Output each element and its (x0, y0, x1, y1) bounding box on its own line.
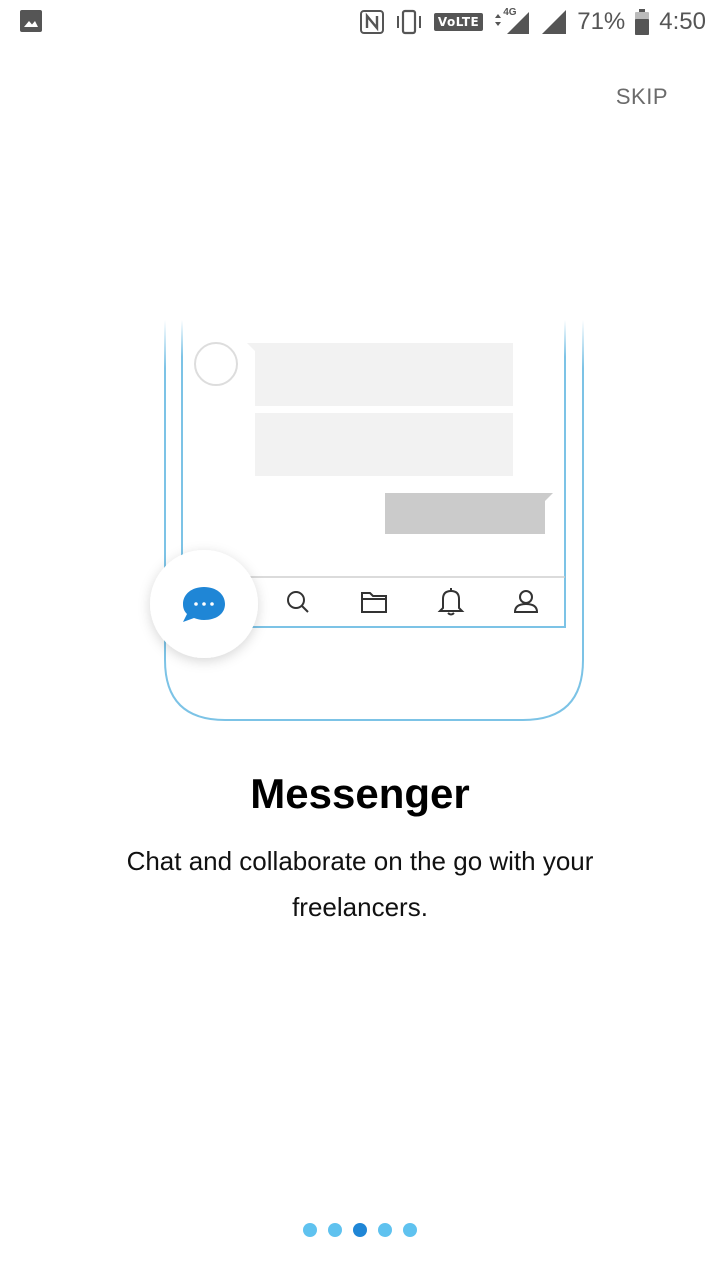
page-indicator (0, 1223, 720, 1237)
incoming-message-bubble (247, 343, 513, 406)
battery-percent: 71% (577, 8, 626, 35)
search-icon (287, 591, 309, 613)
battery-icon (635, 9, 650, 35)
clock: 4:50 (659, 8, 706, 35)
volte-badge: VoLTE (433, 13, 484, 31)
page-dot-4[interactable] (378, 1223, 392, 1237)
signal-strength-icon (542, 10, 567, 34)
nfc-icon (359, 10, 384, 34)
page-dot-3[interactable] (353, 1223, 367, 1237)
page-dot-5[interactable] (403, 1223, 417, 1237)
messenger-illustration (150, 320, 584, 721)
signal-icon (495, 12, 530, 34)
bell-icon (437, 588, 465, 616)
network-4g-indicator: 4G (493, 7, 531, 35)
chat-bubble-icon (150, 550, 258, 658)
vibrate-icon (396, 9, 421, 35)
chat-preview (194, 342, 553, 534)
incoming-message-bubble-2 (255, 413, 513, 476)
page-title: Messenger (250, 770, 470, 817)
page-dot-1[interactable] (303, 1223, 317, 1237)
gallery-notification-icon (20, 10, 42, 32)
outgoing-message-bubble (385, 493, 553, 534)
user-icon (513, 590, 539, 613)
folder-icon (361, 592, 387, 613)
page-dot-2[interactable] (328, 1223, 342, 1237)
skip-button[interactable]: SKIP (616, 84, 668, 110)
page-subtitle: Chat and collaborate on the go with your… (126, 846, 594, 922)
status-bar: VoLTE 4G 71% 4:50 (0, 0, 720, 44)
avatar-placeholder (194, 342, 238, 386)
